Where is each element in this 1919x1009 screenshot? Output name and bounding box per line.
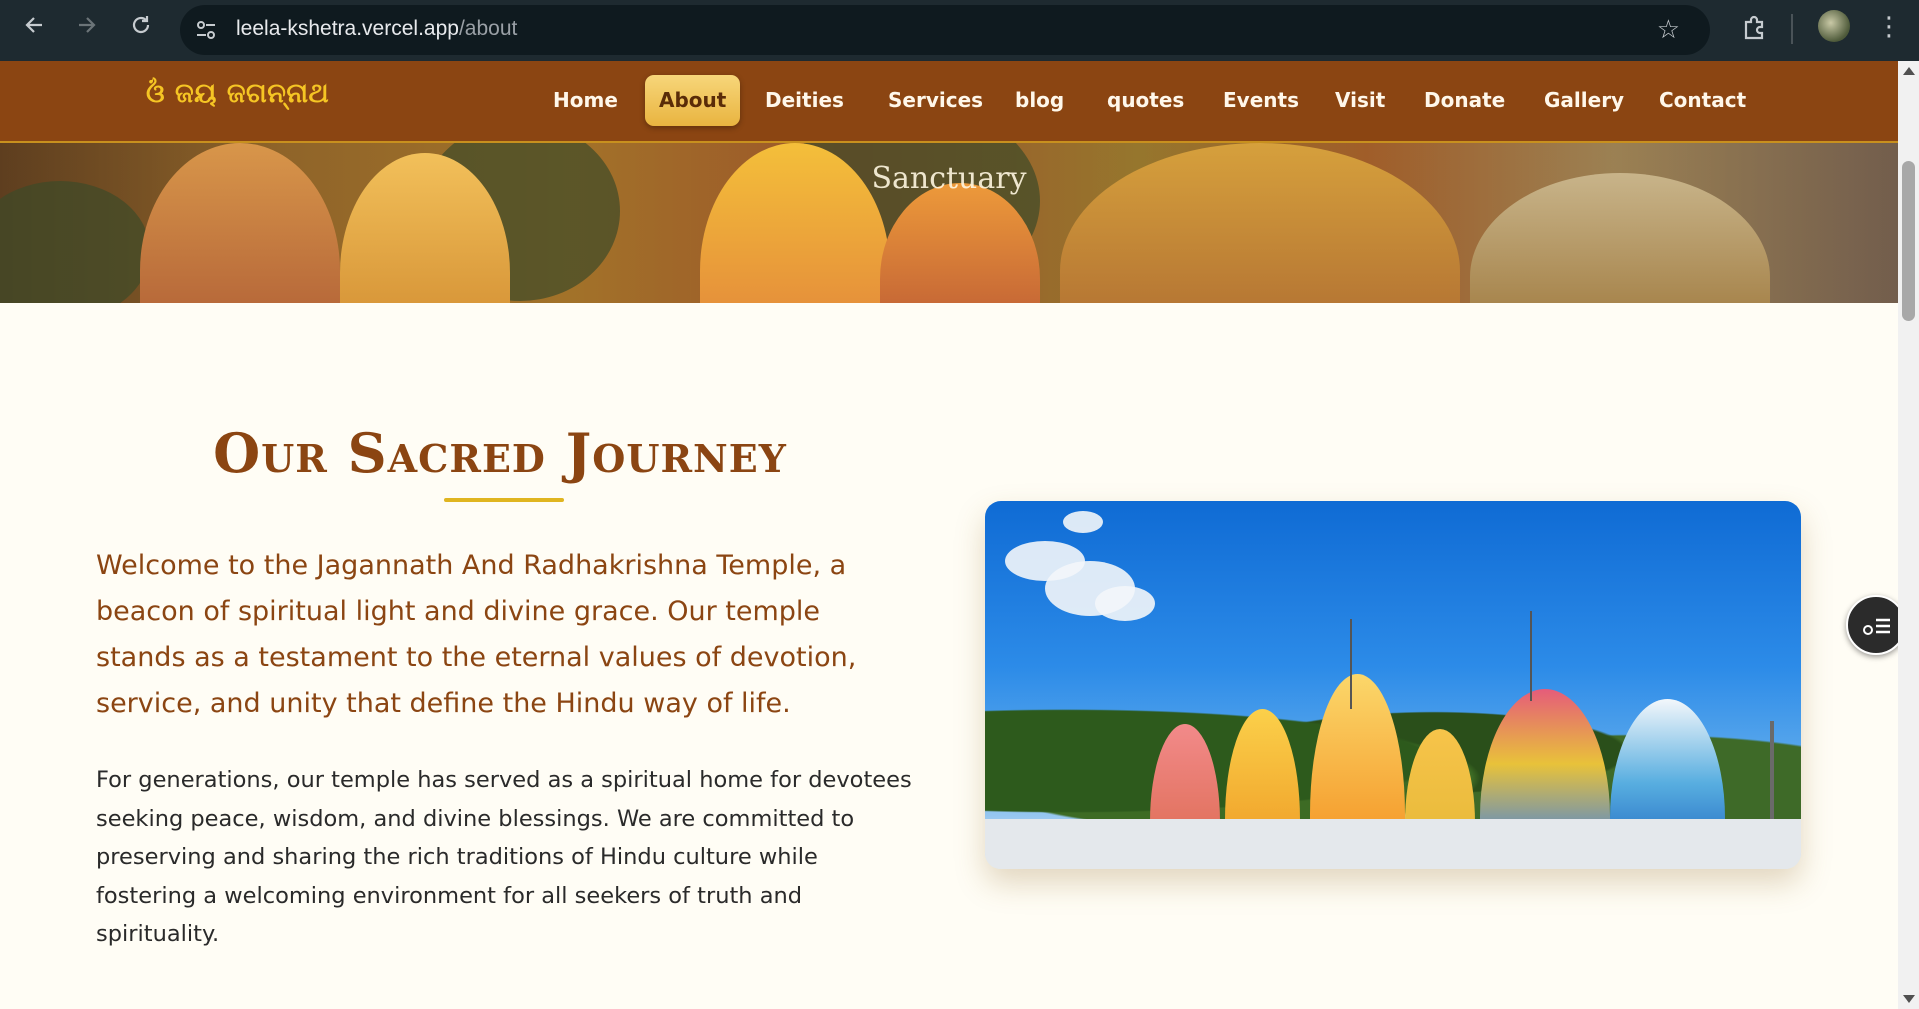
nav-deities[interactable]: Deities xyxy=(751,75,858,126)
page-viewport: Sanctuary ଓଁ ଜୟ ଜଗନ୍ନାଥ Home About Deiti… xyxy=(0,61,1898,1009)
nav-gallery[interactable]: Gallery xyxy=(1530,75,1638,126)
floating-menu-button[interactable] xyxy=(1846,595,1898,655)
address-bar[interactable]: leela-kshetra.vercel.app/about ☆ xyxy=(180,5,1710,55)
nav-home[interactable]: Home xyxy=(539,75,632,126)
profile-avatar[interactable] xyxy=(1818,10,1850,42)
nav-blog[interactable]: blog xyxy=(1001,75,1078,126)
heading-underline xyxy=(444,498,564,502)
back-icon[interactable] xyxy=(14,5,54,45)
temple-photo xyxy=(985,501,1801,869)
nav-visit[interactable]: Visit xyxy=(1321,75,1399,126)
nav-about[interactable]: About xyxy=(645,75,741,126)
extensions-icon[interactable] xyxy=(1738,12,1770,44)
scroll-up-arrow-icon[interactable] xyxy=(1903,67,1915,75)
nav-events[interactable]: Events xyxy=(1209,75,1313,126)
nav-contact[interactable]: Contact xyxy=(1645,75,1760,126)
scrollbar-thumb[interactable] xyxy=(1902,161,1915,321)
hero-subtitle: Sanctuary xyxy=(871,161,1027,196)
about-lead-paragraph: Welcome to the Jagannath And Radhakrishn… xyxy=(96,550,857,719)
nav-services[interactable]: Services xyxy=(874,75,997,126)
url-text[interactable]: leela-kshetra.vercel.app/about xyxy=(236,17,517,41)
site-navbar: ଓଁ ଜୟ ଜଗନ୍ନାଥ Home About Deities Service… xyxy=(0,61,1898,143)
bookmark-star-icon[interactable]: ☆ xyxy=(1657,15,1680,45)
about-body-paragraph: For generations, our temple has served a… xyxy=(96,767,912,947)
list-menu-icon xyxy=(1863,618,1890,635)
url-host: leela-kshetra.vercel.app xyxy=(236,17,459,40)
forward-icon[interactable] xyxy=(67,5,107,45)
site-settings-icon[interactable] xyxy=(194,18,218,42)
about-heading: Our Sacred Journey xyxy=(213,421,787,485)
nav-donate[interactable]: Donate xyxy=(1410,75,1519,126)
site-brand-logo[interactable]: ଓଁ ଜୟ ଜଗନ୍ନାଥ xyxy=(146,78,329,110)
scroll-down-arrow-icon[interactable] xyxy=(1903,995,1915,1003)
reload-icon[interactable] xyxy=(121,5,161,45)
page-scrollbar[interactable] xyxy=(1898,61,1919,1009)
toolbar-divider xyxy=(1791,14,1793,44)
nav-quotes[interactable]: quotes xyxy=(1093,75,1198,126)
url-path: /about xyxy=(458,17,518,40)
browser-toolbar: leela-kshetra.vercel.app/about ☆ ⋮ xyxy=(0,0,1919,61)
more-menu-icon[interactable]: ⋮ xyxy=(1876,12,1902,46)
